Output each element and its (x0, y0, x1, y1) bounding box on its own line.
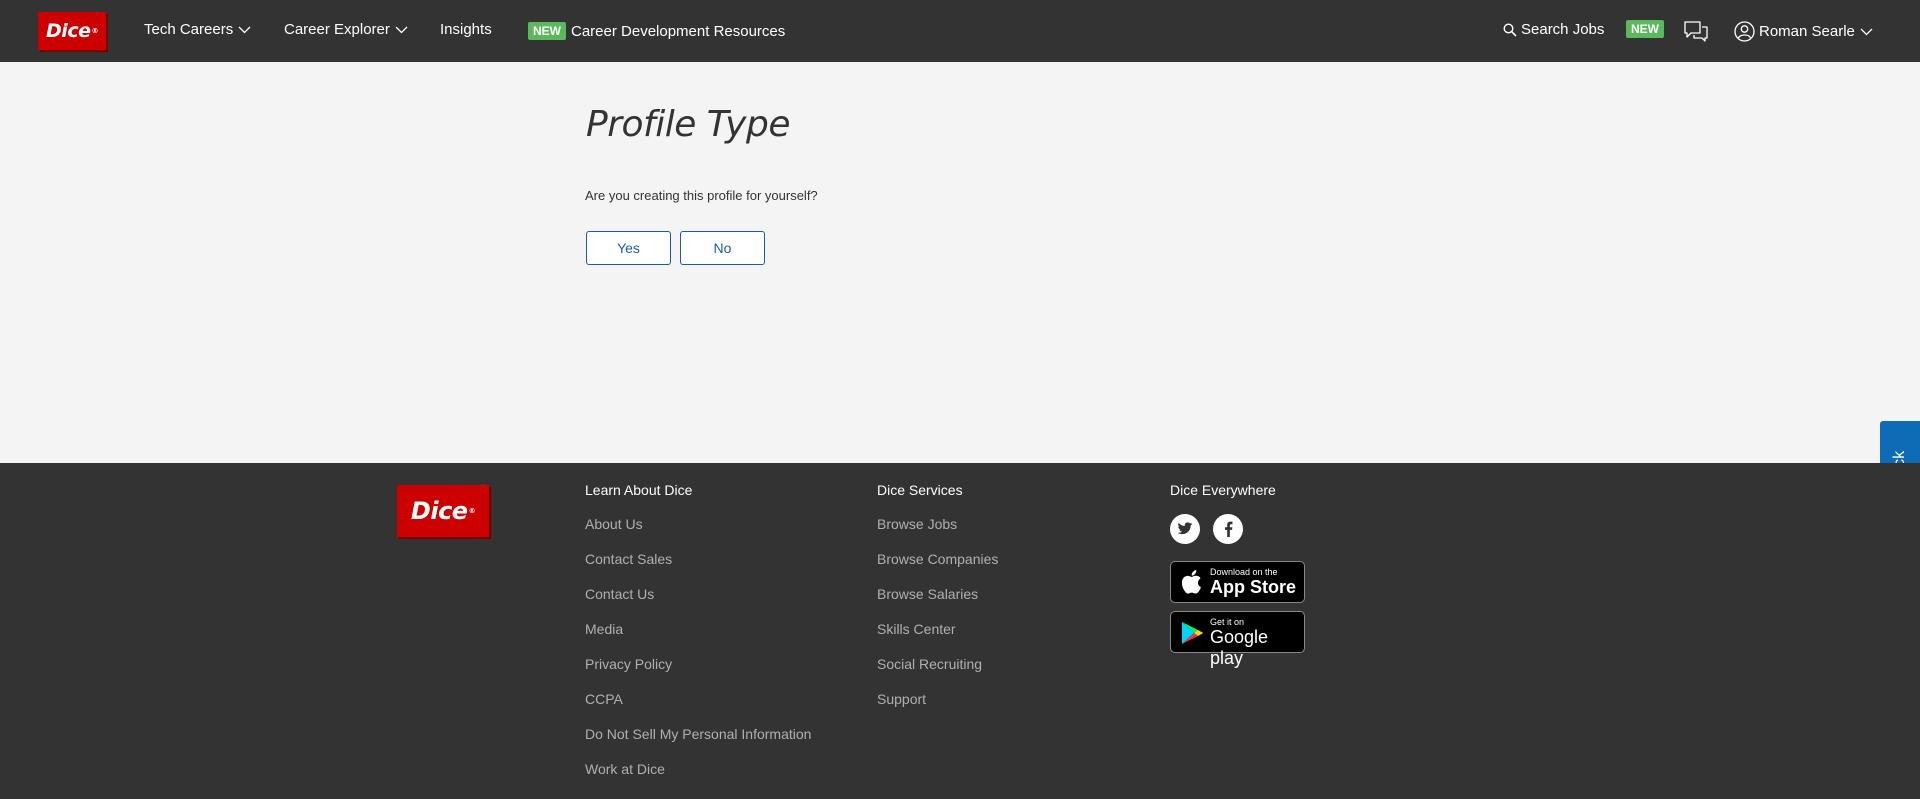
app-store-small-text: Download on the (1210, 567, 1278, 577)
user-name: Roman Searle (1759, 23, 1855, 40)
nav-career-explorer[interactable]: Career Explorer (284, 21, 408, 38)
messages-icon[interactable] (1683, 20, 1709, 44)
nav-career-development-label: Career Development Resources (571, 22, 786, 40)
search-icon (1503, 22, 1517, 37)
chevron-down-icon (1860, 28, 1873, 35)
footer: Dice ® Learn About Dice About Us Contact … (0, 463, 1920, 799)
facebook-icon (1224, 521, 1232, 537)
footer-link[interactable]: Skills Center (877, 621, 998, 656)
user-menu[interactable]: Roman Searle (1734, 21, 1873, 42)
chevron-down-icon (238, 26, 251, 33)
footer-link[interactable]: About Us (585, 516, 811, 551)
google-play-big-text: Google play (1210, 627, 1269, 668)
google-play-icon (1182, 622, 1203, 644)
dice-services-heading: Dice Services (877, 482, 963, 498)
twitter-icon (1177, 522, 1193, 535)
footer-link[interactable]: Browse Companies (877, 551, 998, 586)
footer-link[interactable]: Media (585, 621, 811, 656)
footer-link[interactable]: Work at Dice (585, 761, 811, 796)
new-badge: NEW (1626, 20, 1664, 38)
apple-icon (1181, 570, 1201, 594)
page-title: Profile Type (586, 104, 790, 145)
app-store-badge[interactable]: Download on the App Store (1170, 561, 1305, 603)
nav-tech-careers-label: Tech Careers (144, 21, 234, 38)
registered-mark: ® (91, 27, 98, 35)
dice-everywhere-heading: Dice Everywhere (1170, 482, 1276, 498)
footer-link[interactable]: Contact Us (585, 586, 811, 621)
footer-logo-text: Dice (410, 497, 468, 525)
logo-text: Dice (46, 20, 91, 42)
chevron-down-icon (395, 26, 408, 33)
footer-link[interactable]: CCPA (585, 691, 811, 726)
footer-link[interactable]: Do Not Sell My Personal Information (585, 726, 811, 761)
nav-insights[interactable]: Insights (440, 21, 492, 38)
new-badge: NEW (528, 22, 566, 40)
app-store-big-text: App Store (1210, 577, 1297, 597)
dice-logo[interactable]: Dice ® (38, 12, 106, 50)
no-button[interactable]: No (680, 231, 765, 265)
user-avatar-icon (1734, 21, 1755, 42)
registered-mark: ® (468, 507, 476, 515)
footer-dice-logo[interactable]: Dice ® (397, 485, 489, 537)
footer-link[interactable]: Social Recruiting (877, 656, 998, 691)
footer-link[interactable]: Browse Salaries (877, 586, 998, 621)
nav-tech-careers[interactable]: Tech Careers (144, 21, 251, 38)
learn-about-dice-heading: Learn About Dice (585, 482, 693, 498)
nav-career-explorer-label: Career Explorer (284, 21, 390, 38)
profile-question: Are you creating this profile for yourse… (585, 188, 818, 203)
nav-insights-label: Insights (440, 21, 492, 38)
search-jobs-link[interactable]: Search Jobs (1503, 21, 1604, 38)
twitter-link[interactable] (1170, 514, 1200, 544)
dice-services-links: Browse Jobs Browse Companies Browse Sala… (877, 516, 998, 726)
top-navigation: Dice ® Tech Careers Career Explorer Insig… (0, 0, 1920, 62)
learn-about-dice-links: About Us Contact Sales Contact Us Media … (585, 516, 811, 796)
yes-button[interactable]: Yes (586, 231, 671, 265)
footer-link[interactable]: Privacy Policy (585, 656, 811, 691)
search-jobs-label: Search Jobs (1521, 21, 1605, 38)
facebook-link[interactable] (1213, 514, 1243, 544)
footer-link[interactable]: Browse Jobs (877, 516, 998, 551)
nav-career-development[interactable]: NEW Career Development Resources (528, 22, 785, 40)
google-play-small-text: Get it on (1210, 617, 1245, 627)
google-play-badge[interactable]: Get it on Google play (1170, 611, 1305, 668)
footer-link[interactable]: Support (877, 691, 998, 726)
footer-link[interactable]: Contact Sales (585, 551, 811, 586)
